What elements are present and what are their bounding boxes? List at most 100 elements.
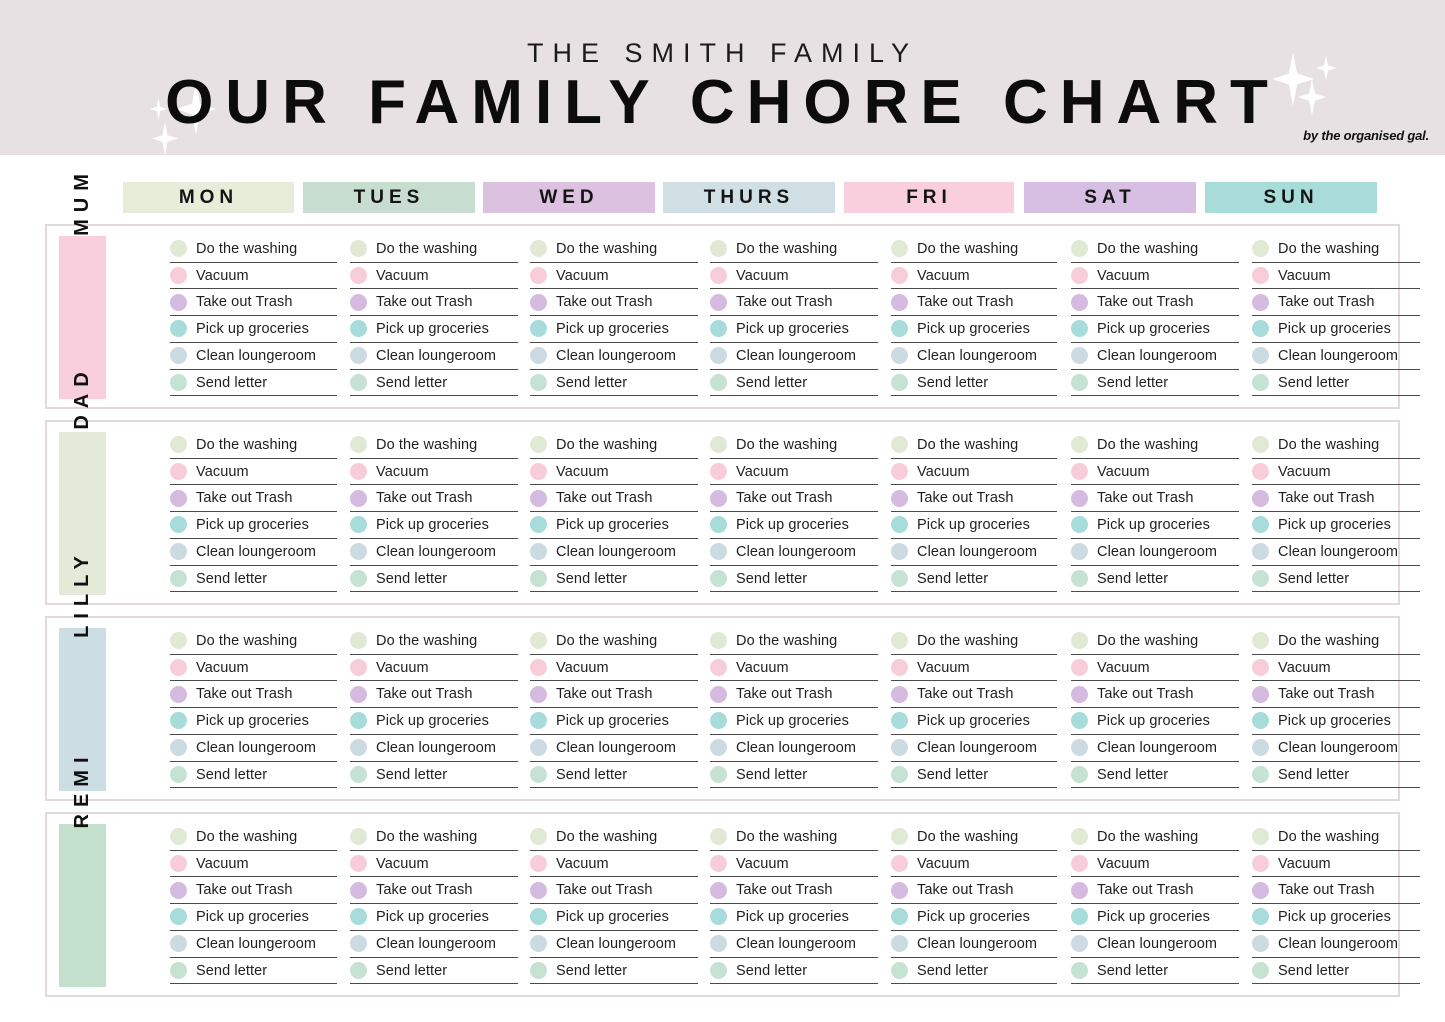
chore-item[interactable]: Pick up groceries bbox=[350, 316, 518, 343]
chore-item[interactable]: Vacuum bbox=[530, 263, 698, 290]
chore-item[interactable]: Vacuum bbox=[350, 655, 518, 682]
chore-checkbox-dot-icon[interactable] bbox=[710, 908, 727, 926]
chore-checkbox-dot-icon[interactable] bbox=[170, 462, 187, 480]
chore-checkbox-dot-icon[interactable] bbox=[1252, 632, 1269, 649]
chore-item[interactable]: Vacuum bbox=[1071, 263, 1239, 290]
chore-item[interactable]: Vacuum bbox=[350, 459, 518, 486]
chore-item[interactable]: Pick up groceries bbox=[1071, 708, 1239, 735]
chore-item[interactable]: Clean loungeroom bbox=[891, 539, 1057, 566]
chore-checkbox-dot-icon[interactable] bbox=[891, 935, 908, 953]
chore-checkbox-dot-icon[interactable] bbox=[170, 266, 187, 284]
chore-checkbox-dot-icon[interactable] bbox=[1252, 685, 1269, 703]
chore-item[interactable]: Clean loungeroom bbox=[170, 539, 337, 566]
chore-checkbox-dot-icon[interactable] bbox=[170, 373, 187, 391]
chore-item[interactable]: Do the washing bbox=[350, 824, 518, 851]
chore-checkbox-dot-icon[interactable] bbox=[891, 658, 908, 676]
chore-item[interactable]: Do the washing bbox=[350, 236, 518, 263]
chore-item[interactable]: Vacuum bbox=[170, 459, 337, 486]
chore-item[interactable]: Send letter bbox=[530, 370, 698, 397]
chore-checkbox-dot-icon[interactable] bbox=[891, 739, 908, 757]
chore-item[interactable]: Send letter bbox=[1252, 370, 1420, 397]
chore-item[interactable]: Pick up groceries bbox=[350, 708, 518, 735]
chore-item[interactable]: Clean loungeroom bbox=[710, 735, 878, 762]
chore-checkbox-dot-icon[interactable] bbox=[170, 658, 187, 676]
chore-checkbox-dot-icon[interactable] bbox=[710, 632, 727, 649]
chore-checkbox-dot-icon[interactable] bbox=[1071, 712, 1088, 730]
chore-checkbox-dot-icon[interactable] bbox=[891, 569, 908, 587]
chore-checkbox-dot-icon[interactable] bbox=[170, 569, 187, 587]
chore-item[interactable]: Pick up groceries bbox=[170, 316, 337, 343]
chore-checkbox-dot-icon[interactable] bbox=[1071, 739, 1088, 757]
chore-checkbox-dot-icon[interactable] bbox=[350, 543, 367, 561]
chore-item[interactable]: Take out Trash bbox=[891, 290, 1057, 317]
chore-item[interactable]: Vacuum bbox=[1071, 655, 1239, 682]
chore-item[interactable]: Send letter bbox=[891, 566, 1057, 593]
chore-item[interactable]: Do the washing bbox=[710, 236, 878, 263]
chore-checkbox-dot-icon[interactable] bbox=[530, 516, 547, 534]
chore-checkbox-dot-icon[interactable] bbox=[891, 908, 908, 926]
chore-checkbox-dot-icon[interactable] bbox=[1252, 489, 1269, 507]
chore-checkbox-dot-icon[interactable] bbox=[891, 685, 908, 703]
chore-checkbox-dot-icon[interactable] bbox=[710, 569, 727, 587]
chore-checkbox-dot-icon[interactable] bbox=[530, 712, 547, 730]
chore-item[interactable]: Take out Trash bbox=[1252, 878, 1420, 905]
chore-checkbox-dot-icon[interactable] bbox=[710, 489, 727, 507]
chore-item[interactable]: Vacuum bbox=[1252, 263, 1420, 290]
chore-checkbox-dot-icon[interactable] bbox=[350, 935, 367, 953]
chore-item[interactable]: Do the washing bbox=[530, 236, 698, 263]
day-header-sun[interactable]: SUN bbox=[1205, 182, 1377, 213]
chore-item[interactable]: Send letter bbox=[1071, 370, 1239, 397]
chore-checkbox-dot-icon[interactable] bbox=[1071, 881, 1088, 899]
chore-item[interactable]: Send letter bbox=[710, 370, 878, 397]
chore-item[interactable]: Take out Trash bbox=[1252, 682, 1420, 709]
chore-item[interactable]: Pick up groceries bbox=[1071, 904, 1239, 931]
chore-checkbox-dot-icon[interactable] bbox=[1071, 658, 1088, 676]
chore-checkbox-dot-icon[interactable] bbox=[710, 935, 727, 953]
chore-item[interactable]: Take out Trash bbox=[891, 682, 1057, 709]
chore-item[interactable]: Send letter bbox=[170, 958, 337, 985]
chore-item[interactable]: Clean loungeroom bbox=[1071, 931, 1239, 958]
chore-item[interactable]: Pick up groceries bbox=[891, 316, 1057, 343]
chore-checkbox-dot-icon[interactable] bbox=[891, 516, 908, 534]
chore-checkbox-dot-icon[interactable] bbox=[891, 373, 908, 391]
chore-checkbox-dot-icon[interactable] bbox=[350, 881, 367, 899]
chore-checkbox-dot-icon[interactable] bbox=[350, 266, 367, 284]
chore-checkbox-dot-icon[interactable] bbox=[170, 240, 187, 257]
chore-item[interactable]: Vacuum bbox=[891, 459, 1057, 486]
chore-checkbox-dot-icon[interactable] bbox=[350, 765, 367, 783]
chore-item[interactable]: Clean loungeroom bbox=[350, 539, 518, 566]
chore-item[interactable]: Take out Trash bbox=[1252, 486, 1420, 513]
chore-checkbox-dot-icon[interactable] bbox=[530, 685, 547, 703]
chore-checkbox-dot-icon[interactable] bbox=[1252, 266, 1269, 284]
chore-checkbox-dot-icon[interactable] bbox=[891, 632, 908, 649]
chore-item[interactable]: Do the washing bbox=[530, 432, 698, 459]
chore-item[interactable]: Take out Trash bbox=[350, 878, 518, 905]
chore-checkbox-dot-icon[interactable] bbox=[1252, 320, 1269, 338]
chore-item[interactable]: Clean loungeroom bbox=[1252, 735, 1420, 762]
chore-item[interactable]: Take out Trash bbox=[710, 290, 878, 317]
chore-checkbox-dot-icon[interactable] bbox=[1071, 828, 1088, 845]
chore-checkbox-dot-icon[interactable] bbox=[530, 293, 547, 311]
chore-item[interactable]: Clean loungeroom bbox=[530, 931, 698, 958]
chore-item[interactable]: Take out Trash bbox=[350, 290, 518, 317]
chore-item[interactable]: Pick up groceries bbox=[891, 708, 1057, 735]
chore-item[interactable]: Do the washing bbox=[170, 432, 337, 459]
chore-item[interactable]: Pick up groceries bbox=[170, 904, 337, 931]
chore-item[interactable]: Send letter bbox=[350, 762, 518, 789]
chore-checkbox-dot-icon[interactable] bbox=[1252, 658, 1269, 676]
chore-item[interactable]: Do the washing bbox=[891, 628, 1057, 655]
chore-item[interactable]: Vacuum bbox=[710, 263, 878, 290]
chore-checkbox-dot-icon[interactable] bbox=[1071, 935, 1088, 953]
chore-item[interactable]: Clean loungeroom bbox=[1252, 539, 1420, 566]
chore-item[interactable]: Pick up groceries bbox=[1252, 708, 1420, 735]
chore-item[interactable]: Send letter bbox=[170, 566, 337, 593]
chore-item[interactable]: Send letter bbox=[530, 958, 698, 985]
chore-item[interactable]: Clean loungeroom bbox=[710, 539, 878, 566]
chore-checkbox-dot-icon[interactable] bbox=[350, 569, 367, 587]
chore-item[interactable]: Vacuum bbox=[891, 851, 1057, 878]
chore-checkbox-dot-icon[interactable] bbox=[1252, 543, 1269, 561]
chore-checkbox-dot-icon[interactable] bbox=[710, 462, 727, 480]
chore-checkbox-dot-icon[interactable] bbox=[710, 961, 727, 979]
chore-checkbox-dot-icon[interactable] bbox=[1252, 739, 1269, 757]
chore-checkbox-dot-icon[interactable] bbox=[350, 293, 367, 311]
